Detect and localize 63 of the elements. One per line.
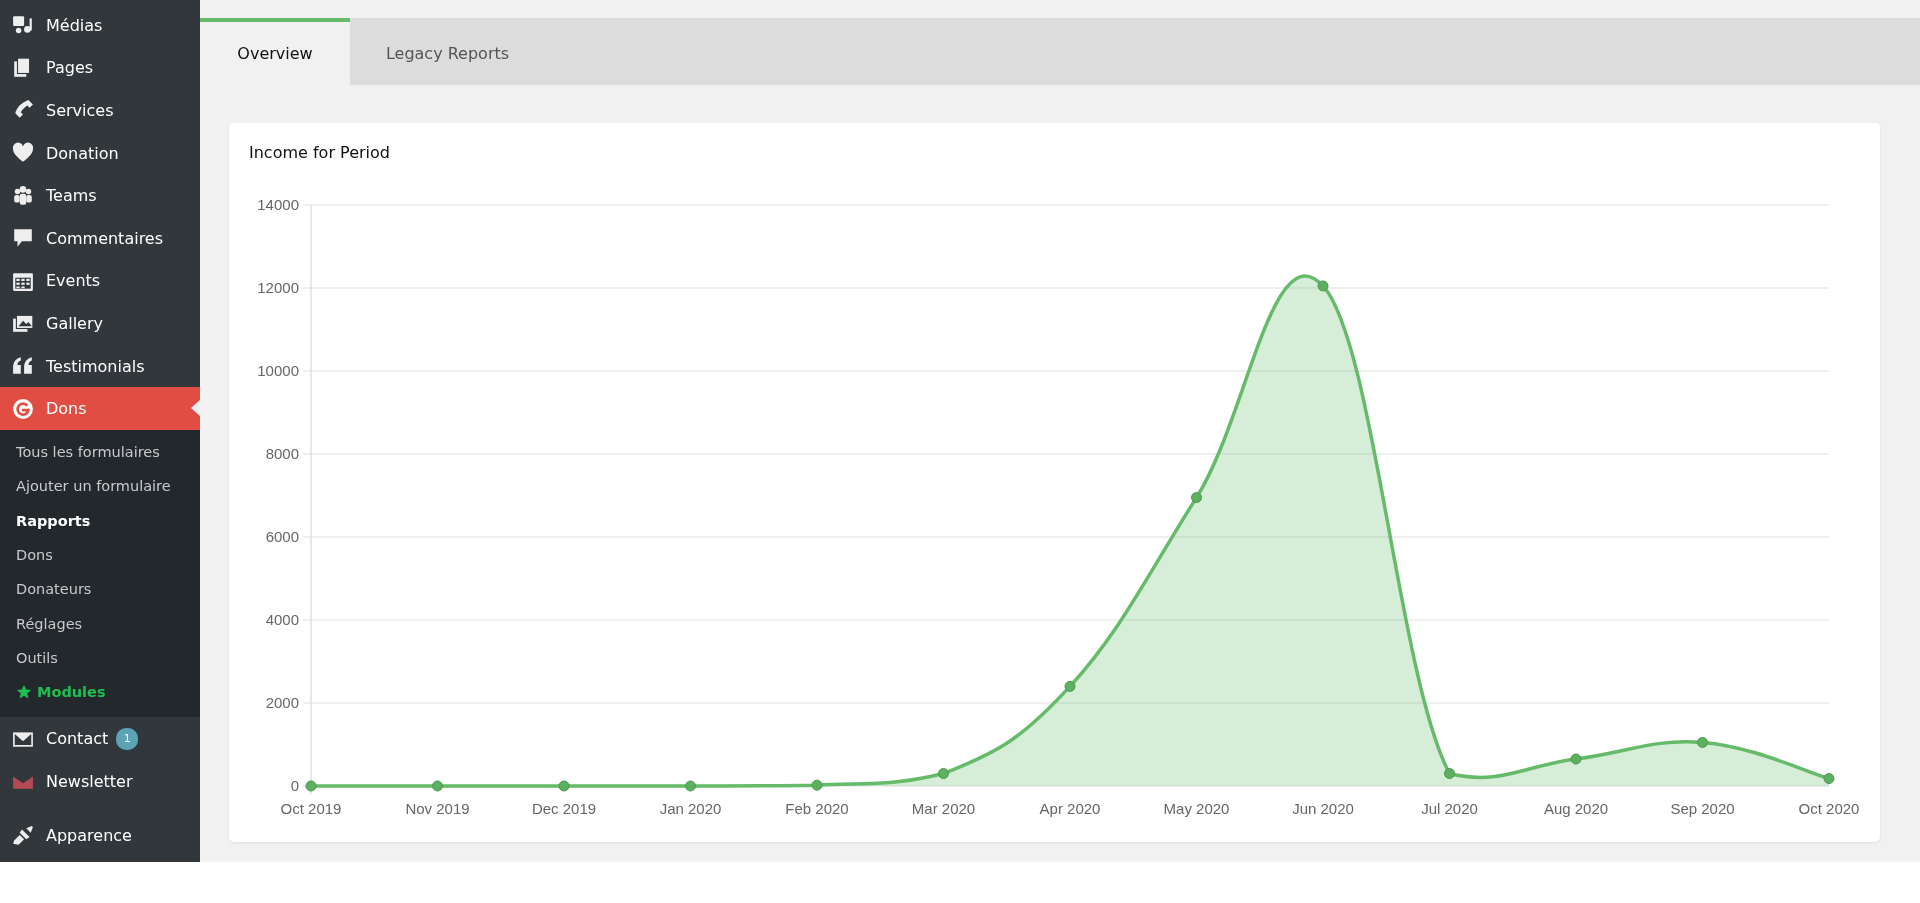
- data-point: [432, 780, 443, 792]
- sidebar-item[interactable]: Dons: [0, 387, 200, 430]
- data-point: [305, 780, 317, 792]
- submenu-item[interactable]: Ajouter un formulaire: [0, 469, 200, 504]
- y-tick-label: 8000: [265, 445, 299, 462]
- star-icon: [16, 684, 32, 701]
- submenu-item[interactable]: Dons: [0, 537, 200, 573]
- x-tick-label: Jul 2020: [1421, 800, 1478, 817]
- images-icon: [12, 312, 34, 335]
- sidebar-item[interactable]: Testimonials: [0, 344, 200, 388]
- sidebar-item[interactable]: Gallery: [0, 302, 200, 345]
- sidebar-item[interactable]: Pages: [0, 46, 200, 90]
- y-tick-label: 6000: [265, 528, 299, 545]
- x-tick-label: May 2020: [1163, 800, 1230, 817]
- sidebar-item[interactable]: Apparence: [0, 814, 200, 858]
- x-tick-label: Apr 2020: [1039, 800, 1101, 817]
- data-point: [1570, 753, 1582, 765]
- sidebar-item[interactable]: Teams: [0, 174, 200, 217]
- y-tick-label: 4000: [265, 611, 299, 628]
- y-tick-label: 0: [290, 777, 299, 794]
- data-point: [1697, 736, 1708, 748]
- x-tick-label: Aug 2020: [1543, 800, 1609, 817]
- submenu-item[interactable]: Donateurs: [0, 572, 200, 607]
- data-point: [1444, 768, 1455, 780]
- brush-icon: [12, 824, 34, 847]
- data-point: [1317, 280, 1329, 292]
- y-tick-label: 2000: [265, 694, 299, 711]
- submenu-item[interactable]: Réglages: [0, 606, 200, 641]
- submenu-item[interactable]: Modules: [0, 675, 200, 710]
- x-tick-label: Dec 2019: [531, 800, 597, 817]
- y-tick-label: 12000: [257, 279, 299, 296]
- data-point: [811, 779, 823, 791]
- submenu-item[interactable]: Outils: [0, 640, 200, 675]
- x-tick-label: Jan 2020: [659, 800, 722, 817]
- count-badge: 1: [116, 727, 139, 750]
- card-title: Income for Period: [249, 143, 391, 162]
- x-tick-label: Nov 2019: [405, 800, 470, 817]
- data-point: [685, 780, 696, 792]
- data-point: [1191, 492, 1202, 504]
- x-tick-label: Oct 2020: [1798, 800, 1860, 817]
- submenu-item[interactable]: Tous les formulaires: [0, 434, 200, 470]
- x-tick-label: Feb 2020: [785, 800, 849, 817]
- data-point: [1823, 773, 1835, 785]
- x-tick-label: Oct 2019: [280, 800, 342, 817]
- tab[interactable]: Overview: [200, 18, 350, 85]
- data-point: [558, 780, 570, 792]
- sidebar-item[interactable]: Donation: [0, 131, 200, 175]
- sidebar-item[interactable]: Services: [0, 89, 200, 132]
- y-tick-label: 10000: [257, 362, 299, 379]
- tab[interactable]: Legacy Reports: [350, 18, 545, 85]
- sidebar-item[interactable]: Médias: [0, 4, 200, 47]
- x-tick-label: Mar 2020: [911, 800, 976, 817]
- submenu-item[interactable]: Rapports: [0, 503, 200, 538]
- x-tick-label: Jun 2020: [1292, 800, 1354, 817]
- data-point: [1064, 680, 1076, 692]
- sidebar-item[interactable]: Events: [0, 259, 200, 303]
- x-tick-label: Sep 2020: [1670, 800, 1735, 817]
- sidebar-item[interactable]: Commentaires: [0, 216, 200, 260]
- sidebar-item[interactable]: Newsletter: [0, 759, 200, 803]
- data-point: [938, 768, 949, 780]
- people-icon: [12, 184, 34, 207]
- y-tick-label: 14000: [257, 196, 299, 213]
- sidebar-item[interactable]: Contact 1: [0, 717, 200, 760]
